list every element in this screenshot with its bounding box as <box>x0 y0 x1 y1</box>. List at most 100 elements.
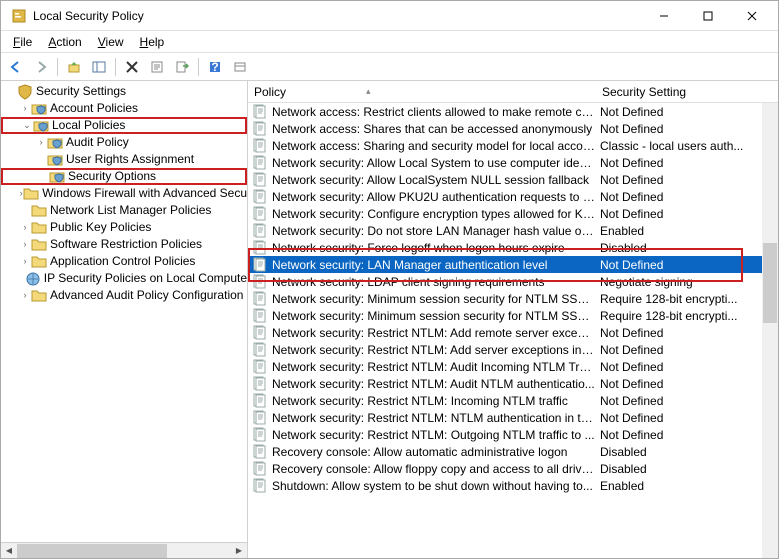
tree-item[interactable]: User Rights Assignment <box>1 151 247 168</box>
scroll-left-icon[interactable]: ◀ <box>1 544 17 558</box>
policy-row[interactable]: Recovery console: Allow automatic admini… <box>248 443 778 460</box>
policy-name: Network security: Restrict NTLM: Add rem… <box>272 326 596 340</box>
column-setting-label: Security Setting <box>602 85 686 99</box>
policy-name: Network security: Restrict NTLM: NTLM au… <box>272 411 596 425</box>
policy-icon <box>252 121 268 137</box>
policy-row[interactable]: Network security: Force logoff when logo… <box>248 239 778 256</box>
tree-item[interactable]: › Audit Policy <box>1 134 247 151</box>
menu-action[interactable]: Action <box>42 33 87 51</box>
tree-item[interactable]: ›Application Control Policies <box>1 253 247 270</box>
tree-item[interactable]: ›Public Key Policies <box>1 219 247 236</box>
column-policy[interactable]: Policy ▴ <box>248 85 596 99</box>
expand-icon[interactable]: › <box>19 287 31 304</box>
export-button[interactable] <box>171 56 193 78</box>
policy-icon <box>252 257 268 273</box>
maximize-button[interactable] <box>686 2 730 30</box>
policy-row[interactable]: Recovery console: Allow floppy copy and … <box>248 460 778 477</box>
shield-icon <box>31 101 47 117</box>
policy-row[interactable]: Network access: Shares that can be acces… <box>248 120 778 137</box>
policy-row[interactable]: Network security: Allow PKU2U authentica… <box>248 188 778 205</box>
tree-item[interactable]: Network List Manager Policies <box>1 202 247 219</box>
policy-row[interactable]: Network security: Do not store LAN Manag… <box>248 222 778 239</box>
policy-row[interactable]: Network security: Restrict NTLM: Outgoin… <box>248 426 778 443</box>
properties-button[interactable] <box>146 56 168 78</box>
tree-item[interactable]: ›Account Policies <box>1 100 247 117</box>
column-setting[interactable]: Security Setting <box>596 85 778 99</box>
policy-row[interactable]: Network access: Sharing and security mod… <box>248 137 778 154</box>
policy-name: Network security: Restrict NTLM: Audit N… <box>272 377 596 391</box>
policy-icon <box>252 461 268 477</box>
policy-row[interactable]: Network security: Configure encryption t… <box>248 205 778 222</box>
policy-row[interactable]: Network security: LAN Manager authentica… <box>248 256 778 273</box>
collapse-icon[interactable]: ⌄ <box>21 117 33 134</box>
menu-file[interactable]: File <box>7 33 38 51</box>
expand-icon[interactable]: › <box>19 100 31 117</box>
forward-button[interactable] <box>30 56 52 78</box>
shield-icon <box>49 169 65 185</box>
tree-item[interactable]: IP Security Policies on Local Compute <box>1 270 247 287</box>
policy-row[interactable]: Network security: Minimum session securi… <box>248 307 778 324</box>
help-button[interactable]: ? <box>204 56 226 78</box>
delete-button[interactable] <box>121 56 143 78</box>
app-icon <box>11 8 27 24</box>
show-hide-tree-button[interactable] <box>88 56 110 78</box>
policy-row[interactable]: Network security: Restrict NTLM: NTLM au… <box>248 409 778 426</box>
minimize-button[interactable] <box>642 2 686 30</box>
policy-row[interactable]: Network security: Restrict NTLM: Add ser… <box>248 341 778 358</box>
vertical-scrollbar[interactable] <box>762 103 778 558</box>
policy-icon <box>252 444 268 460</box>
folder-icon <box>31 220 47 236</box>
tree-item-label: Advanced Audit Policy Configuration <box>50 287 243 304</box>
column-policy-label: Policy <box>254 85 286 99</box>
expand-icon[interactable]: › <box>19 253 31 270</box>
shield-icon <box>47 135 63 151</box>
tree[interactable]: Security Settings ›Account Policies⌄Loca… <box>1 81 247 542</box>
policy-name: Shutdown: Allow system to be shut down w… <box>272 479 596 493</box>
separator <box>115 58 116 76</box>
policy-setting: Not Defined <box>596 258 778 272</box>
tree-item-label: Audit Policy <box>66 134 129 151</box>
policy-row[interactable]: Network security: Restrict NTLM: Add rem… <box>248 324 778 341</box>
policy-row[interactable]: Network security: Minimum session securi… <box>248 290 778 307</box>
up-button[interactable] <box>63 56 85 78</box>
scroll-thumb[interactable] <box>763 243 777 323</box>
policy-row[interactable]: Network access: Restrict clients allowed… <box>248 103 778 120</box>
expand-icon[interactable] <box>5 83 17 100</box>
policy-row[interactable]: Network security: Restrict NTLM: Audit I… <box>248 358 778 375</box>
list-pane: Policy ▴ Security Setting Network access… <box>248 81 778 558</box>
tree-item[interactable]: ⌄Local Policies <box>1 117 247 134</box>
policy-setting: Not Defined <box>596 343 778 357</box>
menu-help[interactable]: Help <box>134 33 171 51</box>
refresh-button[interactable] <box>229 56 251 78</box>
folder-icon <box>31 254 47 270</box>
tree-label: Security Settings <box>36 83 126 100</box>
expand-icon[interactable]: › <box>19 219 31 236</box>
scroll-thumb[interactable] <box>17 544 167 558</box>
policy-name: Network security: LAN Manager authentica… <box>272 258 596 272</box>
tree-root[interactable]: Security Settings <box>1 83 247 100</box>
folder-icon <box>31 288 47 304</box>
separator <box>198 58 199 76</box>
expand-icon[interactable]: › <box>19 236 31 253</box>
close-button[interactable] <box>730 2 774 30</box>
menu-view[interactable]: View <box>92 33 130 51</box>
expand-icon[interactable]: › <box>35 134 47 151</box>
policy-row[interactable]: Network security: LDAP client signing re… <box>248 273 778 290</box>
tree-item[interactable]: Security Options <box>1 168 247 185</box>
policy-row[interactable]: Network security: Allow LocalSystem NULL… <box>248 171 778 188</box>
policy-row[interactable]: Network security: Restrict NTLM: Incomin… <box>248 392 778 409</box>
policy-icon <box>252 376 268 392</box>
toolbar: ? <box>1 53 778 81</box>
list-body[interactable]: Network access: Restrict clients allowed… <box>248 103 778 558</box>
back-button[interactable] <box>5 56 27 78</box>
policy-row[interactable]: Network security: Restrict NTLM: Audit N… <box>248 375 778 392</box>
policy-icon <box>252 240 268 256</box>
scroll-right-icon[interactable]: ▶ <box>231 544 247 558</box>
policy-row[interactable]: Network security: Allow Local System to … <box>248 154 778 171</box>
tree-item[interactable]: ›Software Restriction Policies <box>1 236 247 253</box>
tree-item[interactable]: ›Windows Firewall with Advanced Secu <box>1 185 247 202</box>
policy-row[interactable]: Shutdown: Allow system to be shut down w… <box>248 477 778 494</box>
policy-icon <box>252 393 268 409</box>
tree-item[interactable]: › Advanced Audit Policy Configuration <box>1 287 247 304</box>
horizontal-scrollbar[interactable]: ◀ ▶ <box>1 542 247 558</box>
